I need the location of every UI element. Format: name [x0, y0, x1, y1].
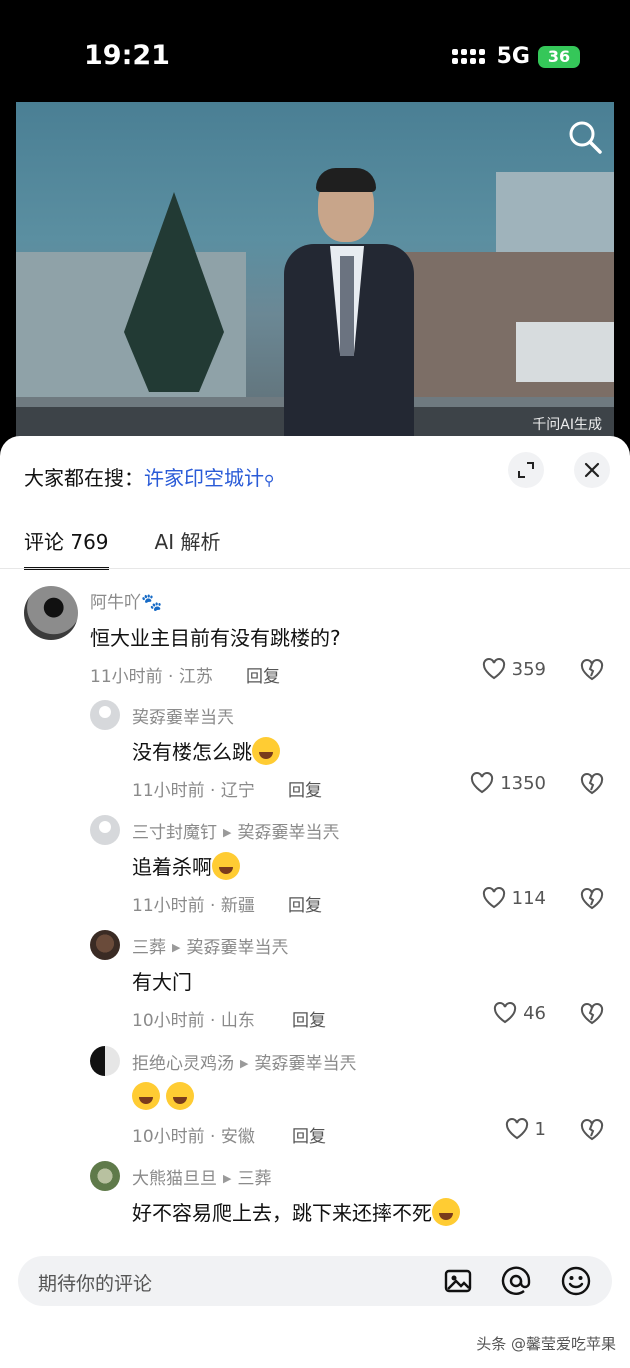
comment-meta: 10小时前 · 安徽 — [132, 1127, 255, 1147]
image-icon[interactable] — [442, 1265, 474, 1297]
comment-text: 追着杀啊 — [132, 855, 212, 879]
close-button[interactable] — [574, 452, 610, 488]
broken-heart-icon[interactable] — [580, 1118, 604, 1142]
reply-button[interactable]: 回复 — [292, 1122, 326, 1147]
video-ac-unit — [516, 322, 614, 382]
status-bar: 19:21 5G 36 — [0, 0, 630, 100]
avatar[interactable] — [90, 930, 120, 960]
signal-icon — [451, 49, 485, 64]
comment-text: 有大门 — [132, 970, 192, 994]
laugh-cry-emoji-icon — [212, 852, 240, 880]
comment-emojis — [132, 1082, 195, 1110]
expand-button[interactable] — [508, 452, 544, 488]
reply-button[interactable]: 回复 — [246, 662, 280, 687]
comment-meta: 11小时前 · 新疆 — [132, 896, 255, 916]
comment-text: 恒大业主目前有没有跳楼的? — [90, 626, 341, 650]
comment-meta: 10小时前 · 山东 — [132, 1011, 255, 1031]
avatar[interactable] — [90, 1046, 120, 1076]
comment-sheet: 大家都在搜：许家印空城计⚲ 评论 769 AI 解析 阿牛吖🐾 恒大业主目前有没… — [0, 436, 630, 1368]
like-count: 359 — [511, 658, 546, 680]
like-button[interactable]: 1350 — [470, 772, 546, 794]
comment-text: 没有楼怎么跳 — [132, 740, 252, 764]
comment-tabs: 评论 769 AI 解析 — [24, 526, 220, 570]
comment-meta: 11小时前 · 辽宁 — [132, 781, 255, 801]
heart-icon — [505, 1118, 528, 1140]
close-icon — [584, 462, 600, 478]
avatar[interactable] — [24, 586, 78, 640]
laugh-cry-emoji-icon — [132, 1082, 160, 1110]
battery-icon: 36 — [538, 45, 580, 68]
search-suggestion[interactable]: 大家都在搜：许家印空城计⚲ — [24, 462, 274, 491]
laugh-cry-emoji-icon — [166, 1082, 195, 1110]
surprised-emoji-icon — [432, 1198, 460, 1226]
comment-username[interactable]: 阿牛吖🐾 — [90, 588, 162, 613]
source-watermark: 头条 @馨莹爱吃苹果 — [476, 1335, 616, 1353]
scared-emoji-icon — [252, 737, 280, 765]
ai-generated-label: 千问AI生成 — [532, 417, 602, 433]
avatar[interactable] — [90, 1161, 120, 1191]
video-person — [284, 168, 414, 444]
comment-meta: 11小时前 · 江苏 — [90, 667, 213, 687]
tab-ai-analysis[interactable]: AI 解析 — [155, 526, 221, 570]
like-count: 114 — [511, 887, 546, 909]
comment-username[interactable]: 拒绝心灵鸡汤 — [132, 1054, 234, 1074]
heart-icon — [482, 887, 505, 909]
broken-heart-icon[interactable] — [580, 887, 604, 911]
comment-text-wrap: 好不容易爬上去，跳下来还摔不死 — [132, 1197, 460, 1226]
reply-button[interactable]: 回复 — [288, 776, 322, 801]
like-count: 1350 — [500, 772, 546, 794]
comment-text-wrap: 追着杀啊 — [132, 851, 240, 880]
heart-icon — [471, 772, 494, 794]
video-tree — [124, 192, 224, 392]
reply-to-username[interactable]: 巭孬嫑峷当兲 — [254, 1054, 356, 1074]
divider — [0, 568, 630, 569]
avatar[interactable] — [90, 700, 120, 730]
like-button[interactable]: 1 — [505, 1118, 546, 1140]
tab-comments[interactable]: 评论 769 — [24, 526, 109, 570]
reply-to-username[interactable]: 巭孬嫑峷当兲 — [186, 938, 288, 958]
heart-icon — [482, 658, 505, 680]
broken-heart-icon[interactable] — [580, 658, 604, 682]
status-time: 19:21 — [84, 40, 170, 71]
reply-arrow-icon: ▶ — [223, 826, 232, 839]
reply-button[interactable]: 回复 — [288, 891, 322, 916]
like-button[interactable]: 46 — [493, 1002, 546, 1024]
like-button[interactable]: 359 — [482, 658, 546, 680]
comment-username-line: 大熊猫旦旦 ▶ 三葬 — [132, 1164, 271, 1189]
emoji-icon[interactable] — [560, 1265, 592, 1297]
comment-username[interactable]: 三葬 — [132, 938, 166, 958]
comment-username[interactable]: 巭孬嫑峷当兲 — [132, 703, 234, 728]
video-player[interactable]: 千问AI生成 — [16, 102, 614, 444]
status-indicators: 5G 36 — [451, 44, 580, 69]
like-button[interactable]: 114 — [482, 887, 546, 909]
search-icon[interactable] — [566, 118, 604, 156]
mention-icon[interactable] — [500, 1265, 532, 1297]
reply-to-username[interactable]: 三葬 — [237, 1169, 271, 1189]
comment-input-placeholder: 期待你的评论 — [38, 1273, 153, 1295]
reply-button[interactable]: 回复 — [292, 1006, 326, 1031]
search-suggestion-keyword[interactable]: 许家印空城计 — [144, 466, 264, 490]
expand-icon — [518, 462, 534, 478]
search-suggestion-prefix: 大家都在搜： — [24, 466, 144, 490]
comment-username-line: 三葬 ▶ 巭孬嫑峷当兲 — [132, 933, 288, 958]
broken-heart-icon[interactable] — [580, 772, 604, 796]
comment-text: 好不容易爬上去，跳下来还摔不死 — [132, 1201, 432, 1225]
reply-arrow-icon: ▶ — [172, 941, 181, 954]
reply-arrow-icon: ▶ — [240, 1057, 249, 1070]
broken-heart-icon[interactable] — [580, 1002, 604, 1026]
like-count: 46 — [523, 1002, 546, 1024]
like-count: 1 — [534, 1118, 546, 1140]
comment-input[interactable]: 期待你的评论 — [18, 1256, 612, 1306]
comment-username[interactable]: 大熊猫旦旦 — [132, 1169, 217, 1189]
comment-username-line: 拒绝心灵鸡汤 ▶ 巭孬嫑峷当兲 — [132, 1049, 356, 1074]
comment-username-line: 三寸封魔钉 ▶ 巭孬嫑峷当兲 — [132, 818, 339, 843]
heart-icon — [494, 1002, 517, 1024]
comment-text-wrap: 没有楼怎么跳 — [132, 736, 280, 765]
avatar[interactable] — [90, 815, 120, 845]
comment-username[interactable]: 三寸封魔钉 — [132, 823, 217, 843]
search-small-icon: ⚲ — [264, 473, 275, 489]
network-type: 5G — [496, 44, 530, 69]
reply-to-username[interactable]: 巭孬嫑峷当兲 — [237, 823, 339, 843]
reply-arrow-icon: ▶ — [223, 1172, 232, 1185]
